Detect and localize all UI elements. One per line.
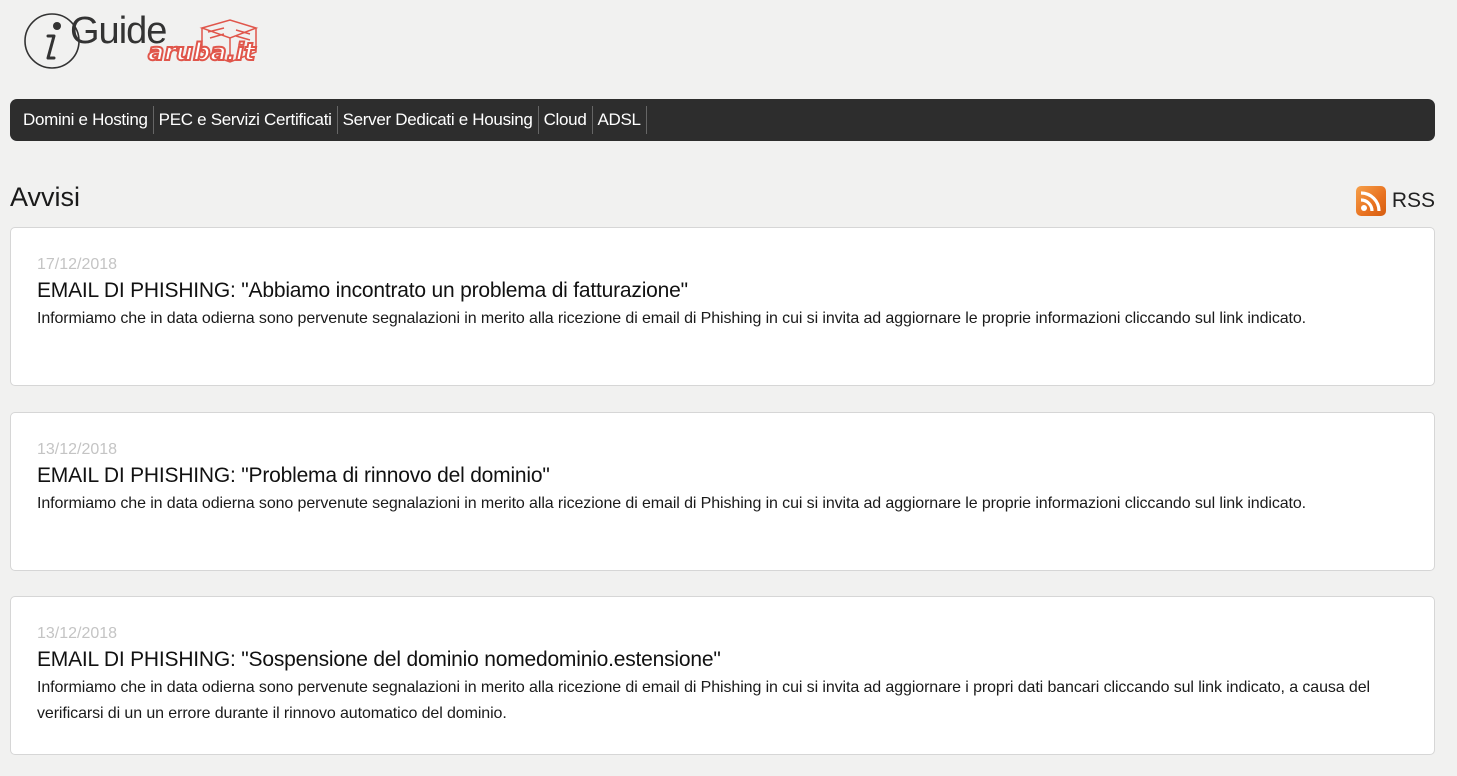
notice-card: 13/12/2018 EMAIL DI PHISHING: "Sospensio… [10,596,1435,755]
nav-item-server-dedicati[interactable]: Server Dedicati e Housing [338,106,539,134]
notice-title[interactable]: EMAIL DI PHISHING: "Sospensione del domi… [37,646,1408,674]
main-nav: Domini e Hosting PEC e Servizi Certifica… [10,99,1435,141]
notice-card: 13/12/2018 EMAIL DI PHISHING: "Problema … [10,412,1435,571]
site-logo[interactable]: Guide aruba.it [24,8,264,72]
rss-link[interactable]: RSS [1355,186,1435,216]
notice-title[interactable]: EMAIL DI PHISHING: "Abbiamo incontrato u… [37,277,1408,305]
rss-label: RSS [1391,189,1435,212]
logo-brand-text: aruba.it [147,37,256,67]
notice-date: 13/12/2018 [37,625,118,642]
page: Guide aruba.it Domini e Hosting PEC e Se… [0,0,1457,776]
notice-date: 13/12/2018 [37,441,118,458]
notice-title[interactable]: EMAIL DI PHISHING: "Problema di rinnovo … [37,462,1408,490]
notice-date: 17/12/2018 [37,256,118,273]
notice-text: Informiamo che in data odierna sono perv… [37,495,1307,512]
notice-card: 17/12/2018 EMAIL DI PHISHING: "Abbiamo i… [10,227,1435,386]
notice-text: Informiamo che in data odierna sono perv… [37,679,1370,722]
rss-icon [1355,186,1386,216]
nav-item-adsl[interactable]: ADSL [593,106,647,134]
notice-text: Informiamo che in data odierna sono perv… [37,310,1307,327]
page-title: Avvisi [10,182,81,212]
nav-item-cloud[interactable]: Cloud [539,106,593,134]
nav-item-domini-hosting[interactable]: Domini e Hosting [18,106,154,134]
nav-item-pec[interactable]: PEC e Servizi Certificati [154,106,338,134]
